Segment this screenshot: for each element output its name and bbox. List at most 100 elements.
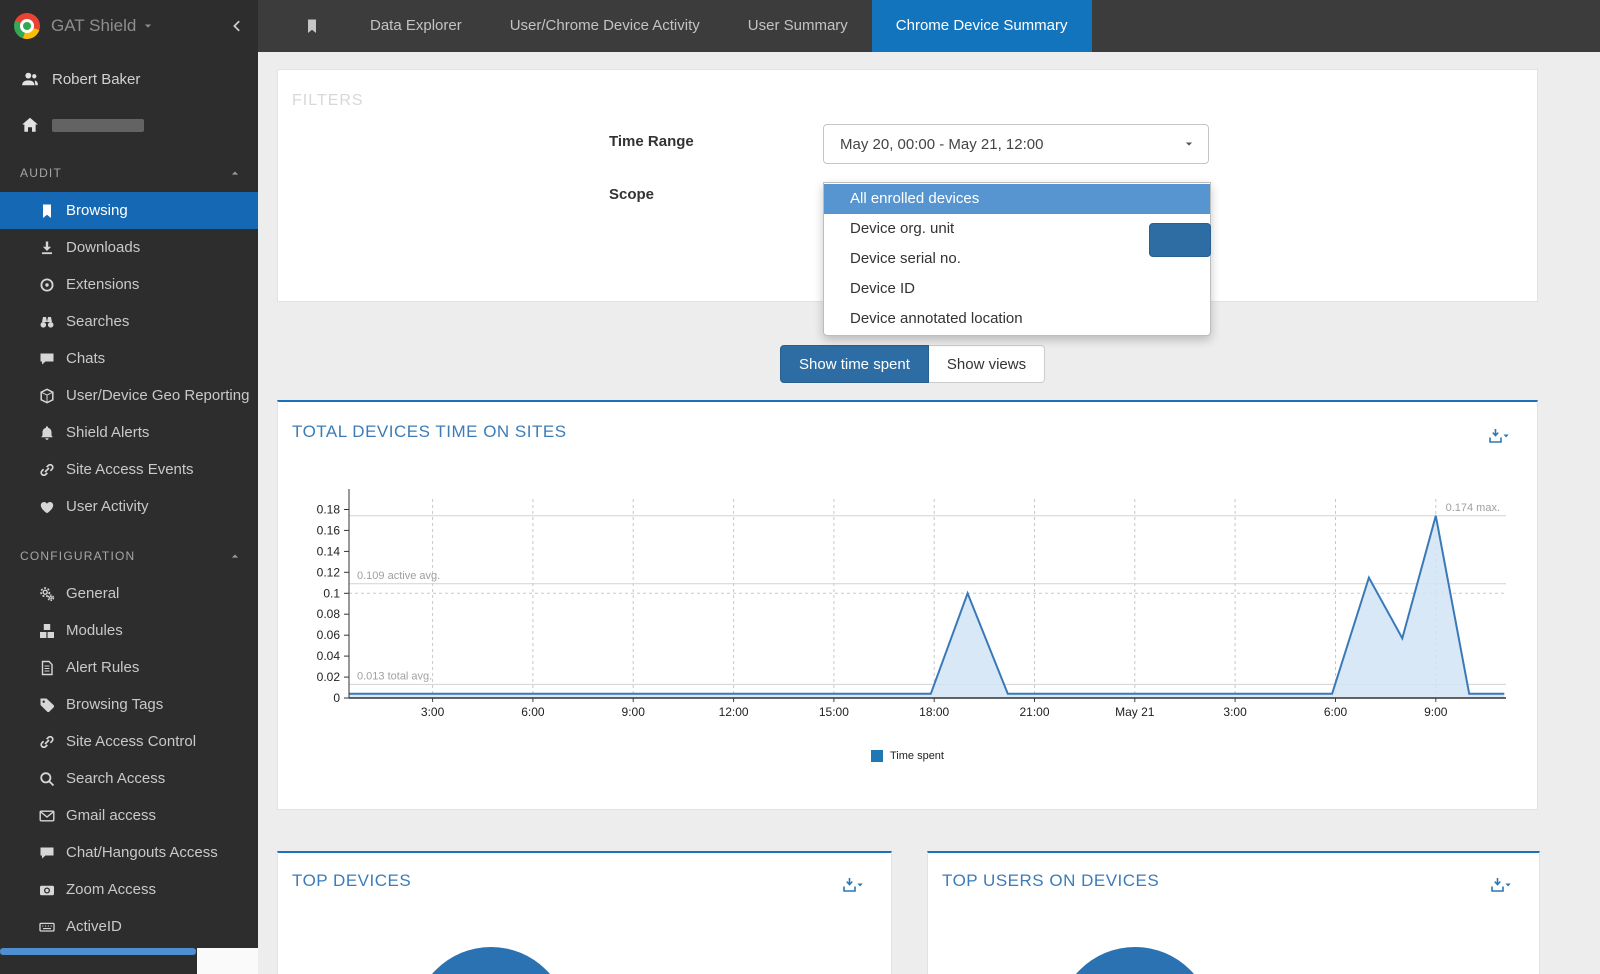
sidebar-item-browsing[interactable]: Browsing [0, 192, 258, 229]
sidebar-item-search-access[interactable]: Search Access [0, 760, 258, 797]
scope-dropdown-menu: All enrolled devices Device org. unit Devi… [823, 182, 1211, 336]
legend-swatch [870, 750, 883, 762]
scope-option-device-id[interactable]: Device ID [824, 274, 1210, 304]
sidebar-item-browsing-tags[interactable]: Browsing Tags [0, 686, 258, 723]
sidebar-item-extensions[interactable]: Extensions [0, 266, 258, 303]
svg-text:0: 0 [333, 691, 340, 705]
sidebar-header: GAT Shield [0, 0, 258, 52]
keyboard-icon [38, 919, 56, 935]
tab-user-chrome-device-activity[interactable]: User/Chrome Device Activity [486, 0, 724, 52]
svg-text:0.174 max.: 0.174 max. [1446, 502, 1500, 514]
time-on-sites-panel: TOTAL DEVICES TIME ON SITES 3:00 6:00 9:00… [277, 400, 1538, 810]
svg-text:9:00: 9:00 [622, 705, 646, 719]
chart-legend: Time spent [278, 750, 1537, 762]
svg-text:6:00: 6:00 [1324, 705, 1348, 719]
app-title[interactable]: GAT Shield [51, 16, 136, 36]
sidebar: GAT Shield Robert Baker AUDIT Browsing Dow… [0, 0, 258, 974]
top-navbar: Data Explorer User/Chrome Device Activity… [258, 0, 1600, 52]
show-time-spent-button[interactable]: Show time spent [780, 345, 929, 383]
link-icon [38, 462, 56, 478]
gat-shield-logo-icon [14, 13, 40, 39]
home-icon [20, 116, 40, 134]
tab-data-explorer[interactable]: Data Explorer [346, 0, 486, 52]
download-icon [38, 240, 56, 256]
sidebar-item-user-activity[interactable]: User Activity [0, 488, 258, 525]
search-button[interactable] [1149, 223, 1211, 257]
sidebar-item-activeid[interactable]: ActiveID [0, 908, 258, 945]
sidebar-item-chats[interactable]: Chats [0, 340, 258, 377]
sidebar-item-site-access-events[interactable]: Site Access Events [0, 451, 258, 488]
sidebar-section-audit[interactable]: AUDIT [0, 154, 258, 192]
gears-icon [38, 586, 56, 602]
filters-panel-label: FILTERS [292, 92, 364, 109]
svg-text:15:00: 15:00 [819, 705, 849, 719]
export-menu-icon[interactable] [1491, 877, 1513, 894]
show-views-button[interactable]: Show views [928, 345, 1046, 383]
bookmark-tab-icon[interactable] [258, 18, 346, 34]
export-menu-icon[interactable] [843, 877, 865, 894]
sidebar-nav: AUDIT Browsing Downloads Extensions Searches… [0, 154, 258, 945]
svg-text:0.08: 0.08 [317, 607, 341, 621]
top-devices-title: TOP DEVICES [292, 871, 412, 890]
time-range-select[interactable]: May 20, 00:00 - May 21, 12:00 [823, 124, 1209, 164]
sidebar-item-general[interactable]: General [0, 575, 258, 612]
sidebar-item-user-device-geo-reporting[interactable]: User/Device Geo Reporting [0, 377, 258, 414]
top-devices-panel: TOP DEVICES [277, 851, 892, 974]
search-icon [38, 771, 56, 787]
modules-icon [38, 623, 56, 639]
envelope-icon [38, 808, 56, 824]
app-menu-caret-icon[interactable] [143, 21, 153, 31]
sidebar-item-home[interactable] [0, 108, 258, 142]
sidebar-item-chat-hangouts-access[interactable]: Chat/Hangouts Access [0, 834, 258, 871]
sidebar-section-configuration[interactable]: CONFIGURATION [0, 537, 258, 575]
svg-text:12:00: 12:00 [719, 705, 749, 719]
svg-text:May 21: May 21 [1115, 705, 1155, 719]
svg-text:0.109 active avg.: 0.109 active avg. [357, 570, 440, 582]
user-name: Robert Baker [52, 70, 141, 88]
chevron-down-icon [1184, 139, 1194, 149]
sidebar-item-gmail-access[interactable]: Gmail access [0, 797, 258, 834]
main-content: FILTERS Time Range May 20, 00:00 - May 2… [258, 52, 1600, 974]
svg-text:0.14: 0.14 [317, 544, 341, 558]
sidebar-item-searches[interactable]: Searches [0, 303, 258, 340]
caret-up-icon [230, 168, 240, 178]
cube-icon [38, 387, 56, 404]
sidebar-user[interactable]: Robert Baker [0, 62, 258, 96]
svg-text:0.06: 0.06 [317, 628, 341, 642]
chart-panel-title: TOTAL DEVICES TIME ON SITES [292, 422, 567, 441]
tag-icon [38, 697, 56, 713]
heart-icon [38, 499, 56, 515]
scope-label: Scope [609, 186, 655, 203]
sidebar-collapse-icon[interactable] [230, 19, 244, 33]
scope-option-device-annotated-location[interactable]: Device annotated location [824, 304, 1210, 334]
camera-icon [38, 882, 56, 898]
svg-text:18:00: 18:00 [919, 705, 949, 719]
sidebar-item-alert-rules[interactable]: Alert Rules [0, 649, 258, 686]
svg-text:0.04: 0.04 [317, 649, 341, 663]
bell-icon [38, 425, 56, 441]
user-icon [20, 70, 40, 88]
doc-icon [38, 660, 56, 676]
tab-chrome-device-summary[interactable]: Chrome Device Summary [871, 0, 1092, 52]
extension-icon [38, 277, 56, 293]
chat-icon [38, 351, 56, 367]
caret-up-icon [230, 551, 240, 561]
sidebar-item-site-access-control[interactable]: Site Access Control [0, 723, 258, 760]
binoculars-icon [38, 314, 56, 330]
filters-panel: FILTERS Time Range May 20, 00:00 - May 2… [277, 69, 1538, 336]
svg-text:9:00: 9:00 [1424, 705, 1448, 719]
top-users-title: TOP USERS ON DEVICES [942, 871, 1160, 890]
sidebar-item-modules[interactable]: Modules [0, 612, 258, 649]
time-range-label: Time Range [609, 133, 694, 150]
top-users-panel: TOP USERS ON DEVICES [927, 851, 1540, 974]
tab-user-summary[interactable]: User Summary [724, 0, 872, 52]
sidebar-item-downloads[interactable]: Downloads [0, 229, 258, 266]
sidebar-horizontal-scrollbar[interactable] [0, 948, 196, 955]
scope-option-all-enrolled-devices[interactable]: All enrolled devices [824, 184, 1210, 214]
sidebar-item-shield-alerts[interactable]: Shield Alerts [0, 414, 258, 451]
top-users-pie-chart [1057, 947, 1213, 974]
sidebar-item-zoom-access[interactable]: Zoom Access [0, 871, 258, 908]
export-menu-icon[interactable] [1489, 428, 1511, 445]
time-on-sites-chart: 3:00 6:00 9:00 12:00 15:00 18:00 21:00 May 21 3:… [278, 457, 1539, 747]
chat-icon [38, 845, 56, 861]
